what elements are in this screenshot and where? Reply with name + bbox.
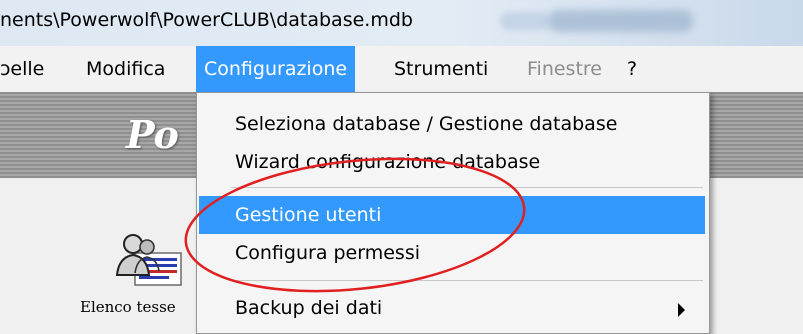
banner-title: Po	[126, 112, 179, 157]
menu-item-label: Wizard configurazione database	[235, 151, 541, 173]
menu-item-label: Backup dei dati	[235, 297, 383, 319]
submenu-arrow-icon	[678, 303, 685, 317]
menu-item-wizard-database[interactable]: Wizard configurazione database	[199, 143, 705, 181]
menu-item-select-database[interactable]: Seleziona database / Gestione database	[199, 105, 705, 143]
menu-item-label: Gestione utenti	[235, 204, 382, 226]
menu-help[interactable]: ?	[627, 46, 637, 92]
menu-item-backup[interactable]: Backup dei dati	[199, 289, 705, 327]
title-bar-blur	[548, 10, 693, 32]
menu-item-user-management[interactable]: Gestione utenti	[199, 196, 705, 234]
menu-item-configure-permissions[interactable]: Configura permessi	[199, 234, 705, 272]
title-bar: nents\Powerwolf\PowerCLUB\database.mdb	[0, 0, 803, 47]
menu-item-label: Seleziona database / Gestione database	[235, 113, 618, 135]
members-list-label[interactable]: Elenco tesse	[80, 298, 176, 316]
menu-strumenti[interactable]: Strumenti	[394, 46, 488, 92]
menu-configurazione[interactable]: Configurazione	[196, 46, 356, 92]
menu-tabelle[interactable]: ɔelle	[0, 46, 44, 92]
menu-modifica[interactable]: Modifica	[86, 46, 165, 92]
members-list-icon[interactable]	[113, 231, 185, 287]
menu-finestre[interactable]: Finestre	[527, 46, 602, 92]
title-bar-blur	[500, 12, 550, 30]
menu-bar: ɔelle Modifica Configurazione Strumenti …	[0, 46, 803, 93]
configurazione-dropdown: Seleziona database / Gestione database W…	[196, 92, 710, 334]
menu-separator	[231, 280, 703, 281]
menu-item-label: Configura permessi	[235, 242, 420, 264]
window-title: nents\Powerwolf\PowerCLUB\database.mdb	[0, 9, 413, 31]
menu-separator	[231, 187, 703, 188]
